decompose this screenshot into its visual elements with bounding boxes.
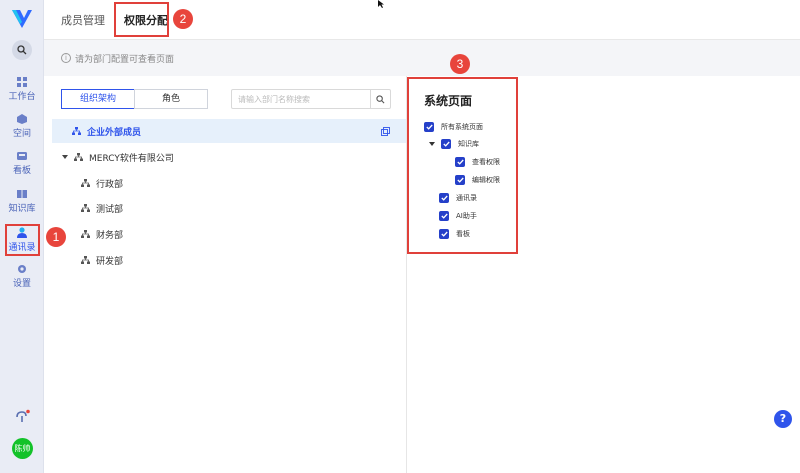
tree-item-company[interactable]: MERCY软件有限公司 — [52, 145, 406, 169]
rail-item-label: 知识库 — [8, 204, 36, 214]
tree-item-label: 测试部 — [96, 204, 124, 215]
org-icon — [74, 153, 83, 161]
tree-item-label: 行政部 — [96, 179, 124, 190]
copy-icon[interactable] — [381, 127, 390, 136]
rail-item-label: 设置 — [12, 279, 31, 289]
chevron-down-icon[interactable] — [62, 155, 68, 159]
gear-icon — [18, 265, 26, 273]
highlight-permission-tab — [114, 2, 169, 37]
rail-item-board[interactable]: 看板 — [0, 151, 44, 176]
search-submit-button[interactable] — [370, 90, 390, 108]
search-icon — [376, 94, 385, 103]
help-button[interactable]: ? — [774, 410, 792, 428]
rail-item-label: 工作台 — [8, 92, 36, 102]
highlight-permission-panel — [407, 77, 518, 254]
rail-item-label: 空间 — [12, 129, 31, 139]
rail-item-space[interactable]: 空间 — [0, 114, 44, 139]
tree-item-label: 财务部 — [96, 230, 124, 241]
department-search-input[interactable] — [238, 92, 368, 106]
info-icon: i — [61, 53, 71, 63]
segment-roles[interactable]: 角色 — [134, 89, 208, 109]
org-icon — [81, 256, 90, 264]
search-button[interactable] — [12, 40, 32, 60]
rail-item-knowledge[interactable]: 知识库 — [0, 189, 44, 214]
notice-text: 请为部门配置可查看页面 — [75, 54, 175, 65]
org-icon — [81, 230, 90, 238]
cube-icon — [17, 114, 27, 124]
org-icon — [72, 127, 81, 135]
step-badge-3: 3 — [450, 54, 470, 74]
rail-item-workbench[interactable]: 工作台 — [0, 77, 44, 102]
step-badge-2: 2 — [173, 9, 193, 29]
org-icon — [81, 179, 90, 187]
tree-item-finance-dept[interactable]: 财务部 — [52, 222, 406, 246]
department-search — [231, 89, 391, 109]
tree-item-external-members[interactable]: 企业外部成员 — [52, 119, 406, 143]
tree-item-admin-dept[interactable]: 行政部 — [52, 171, 406, 195]
avatar[interactable]: 陈帅 — [12, 438, 33, 459]
board-icon — [17, 152, 27, 160]
org-icon — [81, 204, 90, 212]
tree-item-label: 企业外部成员 — [87, 127, 142, 138]
tree-item-rd-dept[interactable]: 研发部 — [52, 248, 406, 272]
rail-item-settings[interactable]: 设置 — [0, 264, 44, 289]
app-logo-icon[interactable] — [12, 10, 32, 28]
mouse-cursor-icon — [378, 0, 384, 8]
search-icon — [17, 45, 27, 55]
grid-icon — [17, 77, 27, 87]
notice-bar: i 请为部门配置可查看页面 — [44, 40, 800, 76]
rail-item-label: 看板 — [12, 166, 31, 176]
highlight-contacts — [5, 224, 40, 256]
tree-item-label: MERCY软件有限公司 — [89, 153, 174, 164]
book-icon — [17, 190, 27, 198]
segment-org-structure[interactable]: 组织架构 — [61, 89, 135, 109]
tab-member-management[interactable]: 成员管理 — [61, 12, 105, 28]
tree-item-test-dept[interactable]: 测试部 — [52, 196, 406, 220]
tree-item-label: 研发部 — [96, 256, 124, 267]
assistant-icon[interactable] — [14, 409, 30, 425]
